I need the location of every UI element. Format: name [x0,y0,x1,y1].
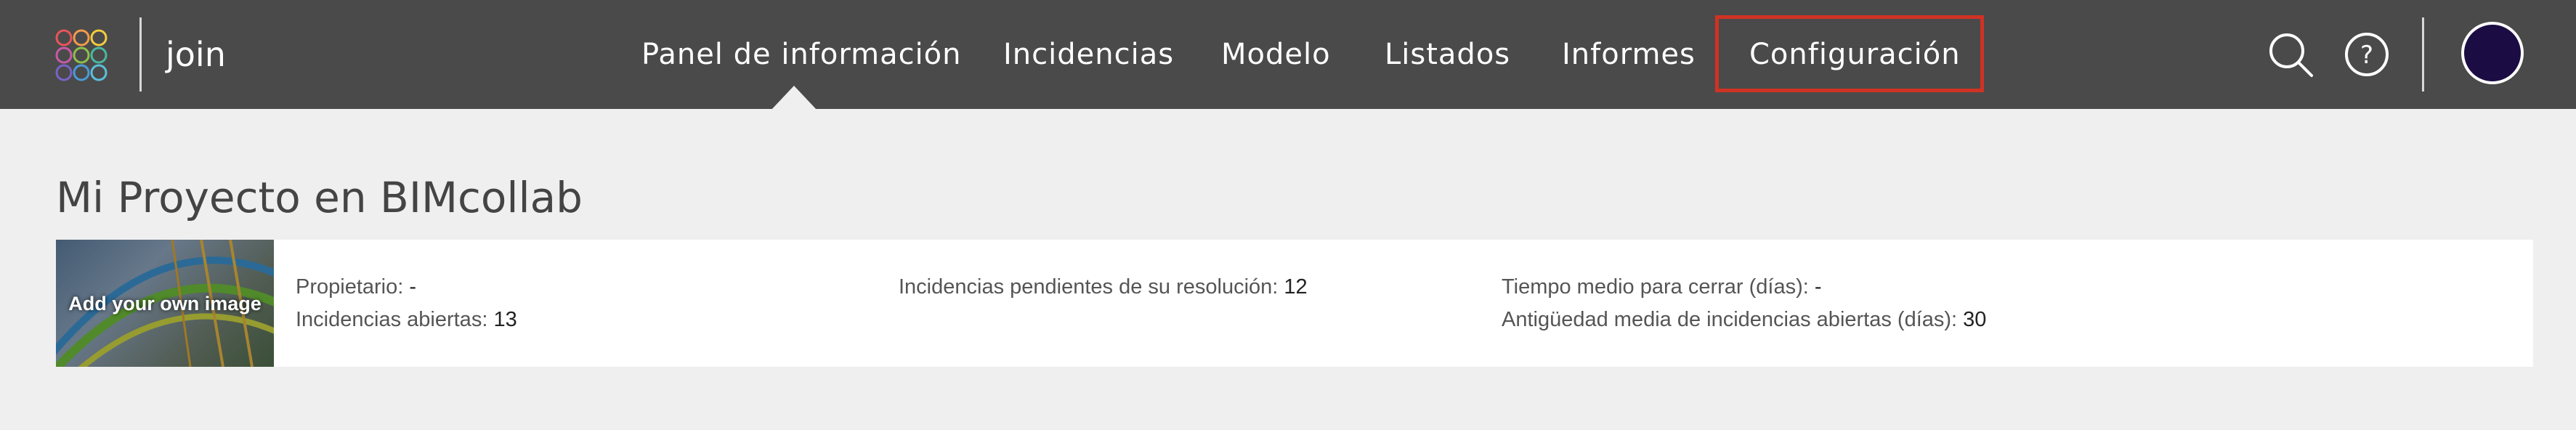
nav-dashboard[interactable]: Panel de información [641,35,962,74]
icons-divider [2422,17,2424,92]
avg-open-age-row: Antigüedad media de incidencias abiertas… [1502,307,1986,333]
project-title: Mi Proyecto en BIMcollab [56,173,583,222]
app-logo-icon[interactable] [52,26,110,84]
open-issues-value: 13 [493,308,517,331]
pending-issues-row: Incidencias pendientes de su resolución:… [899,274,1308,300]
avg-close-time-row: Tiempo medio para cerrar (días): - [1502,274,1822,300]
open-issues-row: Incidencias abiertas: 13 [296,307,517,333]
search-icon[interactable] [2267,31,2314,78]
nav-lists[interactable]: Listados [1385,35,1510,74]
project-thumbnail[interactable]: Add your own image [56,240,274,367]
owner-row: Propietario: - [296,274,416,300]
nav-issues[interactable]: Incidencias [1003,35,1174,74]
pending-issues-value: 12 [1284,275,1308,299]
add-image-label[interactable]: Add your own image [56,240,274,367]
project-summary-card: Add your own image Propietario: - Incide… [56,240,2533,367]
help-icon[interactable]: ? [2344,31,2390,78]
svg-text:?: ? [2360,41,2373,70]
avg-open-age-value: 30 [1963,308,1987,331]
avg-open-age-label: Antigüedad media de incidencias abiertas… [1502,308,1958,331]
avg-close-time-value: - [1814,275,1822,299]
nav-model[interactable]: Modelo [1221,35,1331,74]
pending-issues-label: Incidencias pendientes de su resolución: [899,275,1279,299]
active-nav-pointer [771,86,817,110]
avg-close-time-label: Tiempo medio para cerrar (días): [1502,275,1809,299]
owner-value: - [409,275,417,299]
logo-divider [139,17,142,92]
app-name[interactable]: join [166,33,226,76]
owner-label: Propietario: [296,275,404,299]
open-issues-label: Incidencias abiertas: [296,308,488,331]
avatar[interactable] [2461,22,2524,84]
nav-reports[interactable]: Informes [1562,35,1696,74]
settings-highlight-box [1715,15,1984,92]
top-navigation-bar: join Panel de información Incidencias Mo… [0,0,2576,109]
